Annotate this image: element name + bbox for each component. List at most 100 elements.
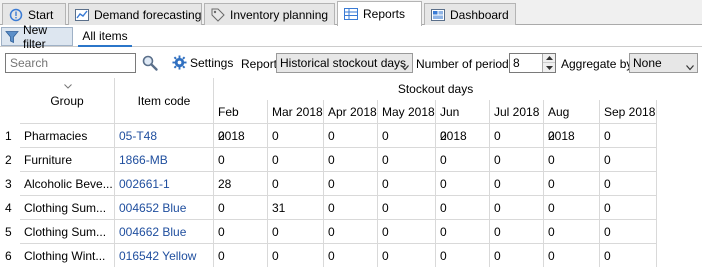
cell-stockout-value[interactable]: 0 xyxy=(600,148,657,172)
cell-group[interactable]: Alcoholic Beve... xyxy=(20,172,115,196)
cell-group[interactable]: Clothing Wint... xyxy=(20,244,115,267)
column-header-month[interactable]: Jul 2018 xyxy=(490,100,544,124)
cell-stockout-value[interactable]: 0 xyxy=(600,172,657,196)
cell-stockout-value[interactable]: 0 xyxy=(436,220,490,244)
cell-item-code-link[interactable]: 016542 Yellow xyxy=(115,244,214,267)
table-row[interactable]: 6 Clothing Wint... 016542 Yellow 0 0 0 0 0 0 0 0 xyxy=(0,244,702,267)
tab-demand-forecasting[interactable]: Demand forecasting xyxy=(68,3,202,25)
filter-bar: New filter All items xyxy=(0,23,702,51)
cell-stockout-value[interactable]: 0 xyxy=(324,172,378,196)
table-row[interactable]: 2 Furniture 1866-MB 0 0 0 0 0 0 0 0 xyxy=(0,148,702,172)
cell-item-code-link[interactable]: 002661-1 xyxy=(115,172,214,196)
cell-stockout-value[interactable]: 0 xyxy=(378,220,436,244)
column-header-group[interactable]: Group xyxy=(20,78,115,124)
cell-stockout-value[interactable]: 0 xyxy=(268,244,324,267)
cell-stockout-value[interactable]: 0 xyxy=(378,148,436,172)
cell-stockout-value[interactable]: 0 xyxy=(268,220,324,244)
cell-stockout-value[interactable]: 28 xyxy=(214,172,268,196)
cell-group[interactable]: Furniture xyxy=(20,148,115,172)
filter-tab-all-items[interactable]: All items xyxy=(78,26,132,47)
cell-stockout-value[interactable]: 0 xyxy=(600,196,657,220)
cell-stockout-value[interactable]: 0 xyxy=(600,220,657,244)
cell-stockout-value[interactable]: 31 xyxy=(268,196,324,220)
month-header-label: Mar 2018 xyxy=(272,105,323,119)
cell-stockout-value[interactable]: 0 xyxy=(324,124,378,148)
cell-stockout-value[interactable]: 0 xyxy=(324,244,378,267)
cell-item-code-link[interactable]: 05-T48 xyxy=(115,124,214,148)
column-header-month[interactable]: Sep 2018 xyxy=(600,100,657,124)
search-input[interactable] xyxy=(5,53,136,73)
cell-stockout-value[interactable]: 0 xyxy=(268,124,324,148)
stepper-buttons xyxy=(542,54,555,72)
new-filter-button[interactable]: New filter xyxy=(1,23,73,51)
cell-stockout-value[interactable]: 0 xyxy=(544,148,600,172)
stepper-up-icon[interactable] xyxy=(543,54,555,63)
dashboard-icon xyxy=(431,8,445,22)
cell-stockout-value[interactable]: 0 xyxy=(214,148,268,172)
report-select[interactable]: Historical stockout days xyxy=(276,53,413,73)
column-header-month[interactable]: Jun 2018 xyxy=(436,100,490,143)
table-row[interactable]: 5 Clothing Sum... 004662 Blue 0 0 0 0 0 0 0 0 xyxy=(0,220,702,244)
cell-group[interactable]: Pharmacies xyxy=(20,124,115,148)
cell-stockout-value[interactable]: 0 xyxy=(268,148,324,172)
column-header-item-code[interactable]: Item code xyxy=(115,78,214,124)
cell-group[interactable]: Clothing Sum... xyxy=(20,220,115,244)
cell-stockout-value[interactable]: 0 xyxy=(436,196,490,220)
month-header-label: May 2018 xyxy=(382,105,435,119)
cell-stockout-value[interactable]: 0 xyxy=(490,148,544,172)
cell-stockout-value[interactable]: 0 xyxy=(600,124,657,148)
aggregate-select[interactable]: None xyxy=(629,53,698,73)
cell-stockout-value[interactable]: 0 xyxy=(544,220,600,244)
cell-stockout-value[interactable]: 0 xyxy=(378,172,436,196)
column-header-month[interactable]: Apr 2018 xyxy=(324,100,378,124)
settings-button[interactable]: Settings xyxy=(172,55,233,70)
table-row[interactable]: 3 Alcoholic Beve... 002661-1 28 0 0 0 0 0 0 0 xyxy=(0,172,702,196)
table-row[interactable]: 1 Pharmacies 05-T48 0 0 0 0 0 0 0 0 xyxy=(0,124,702,148)
tab-inventory-planning[interactable]: Inventory planning xyxy=(204,3,335,25)
column-header-month[interactable]: Mar 2018 xyxy=(268,100,324,124)
month-header-label: Apr 2018 xyxy=(328,105,377,119)
cell-stockout-value[interactable]: 0 xyxy=(324,220,378,244)
cell-stockout-value[interactable]: 0 xyxy=(436,148,490,172)
cell-stockout-value[interactable]: 0 xyxy=(436,172,490,196)
cell-stockout-value[interactable]: 0 xyxy=(436,244,490,267)
cell-item-code-link[interactable]: 004662 Blue xyxy=(115,220,214,244)
cell-stockout-value[interactable]: 0 xyxy=(490,244,544,267)
cell-group[interactable]: Clothing Sum... xyxy=(20,196,115,220)
stepper-down-icon[interactable] xyxy=(543,63,555,72)
table-row[interactable]: 4 Clothing Sum... 004652 Blue 0 31 0 0 0 0 0 0 xyxy=(0,196,702,220)
cell-stockout-value[interactable]: 0 xyxy=(490,220,544,244)
cell-stockout-value[interactable]: 0 xyxy=(268,172,324,196)
cell-stockout-value[interactable]: 0 xyxy=(436,124,490,148)
report-label: Report xyxy=(241,57,278,71)
cell-stockout-value[interactable]: 0 xyxy=(378,124,436,148)
cell-item-code-link[interactable]: 1866-MB xyxy=(115,148,214,172)
tab-dashboard[interactable]: Dashboard xyxy=(424,3,516,25)
cell-stockout-value[interactable]: 0 xyxy=(544,124,600,148)
column-header-month[interactable]: May 2018 xyxy=(378,100,436,124)
column-header-month[interactable]: Aug 2018 xyxy=(544,100,600,143)
cell-stockout-value[interactable]: 0 xyxy=(490,196,544,220)
cell-stockout-value[interactable]: 0 xyxy=(544,196,600,220)
cell-stockout-value[interactable]: 0 xyxy=(544,172,600,196)
cell-stockout-value[interactable]: 0 xyxy=(214,196,268,220)
cell-stockout-value[interactable]: 0 xyxy=(490,172,544,196)
cell-stockout-value[interactable]: 0 xyxy=(544,244,600,267)
periods-stepper[interactable]: 8 xyxy=(509,53,556,73)
cell-stockout-value[interactable]: 0 xyxy=(214,220,268,244)
cell-stockout-value[interactable]: 0 xyxy=(490,124,544,148)
tab-label: Start xyxy=(28,7,54,22)
search-icon[interactable] xyxy=(141,54,159,72)
tab-reports[interactable]: Reports xyxy=(337,1,422,26)
cell-stockout-value[interactable]: 0 xyxy=(324,148,378,172)
cell-item-code-link[interactable]: 004652 Blue xyxy=(115,196,214,220)
cell-stockout-value[interactable]: 0 xyxy=(378,196,436,220)
cell-stockout-value[interactable]: 0 xyxy=(600,244,657,267)
column-header-month[interactable]: Feb 2018 xyxy=(214,100,268,143)
chart-icon xyxy=(75,8,89,22)
cell-stockout-value[interactable]: 0 xyxy=(214,244,268,267)
cell-stockout-value[interactable]: 0 xyxy=(214,124,268,148)
cell-stockout-value[interactable]: 0 xyxy=(378,244,436,267)
tag-icon xyxy=(211,8,225,22)
cell-stockout-value[interactable]: 0 xyxy=(324,196,378,220)
